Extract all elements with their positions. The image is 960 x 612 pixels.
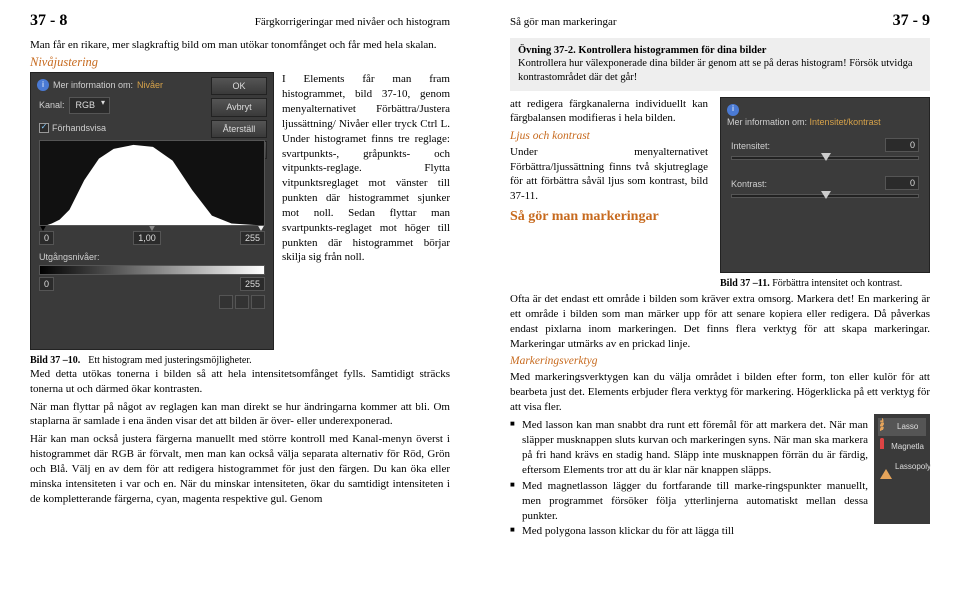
preview-label: Förhandsvisa: [52, 122, 106, 134]
left-page: 37 - 8 Färgkorrigeringar med nivåer och …: [0, 0, 480, 612]
right-chapter-title: Så gör man markeringar: [510, 15, 617, 30]
cancel-button[interactable]: Avbryt: [211, 98, 267, 116]
preview-checkbox[interactable]: ✓: [39, 123, 49, 133]
left-page-number: 37 - 8: [30, 10, 67, 32]
output-gradient[interactable]: [39, 265, 265, 275]
eyedropper-gray-icon[interactable]: [235, 295, 249, 309]
info-icon: i: [727, 104, 739, 116]
info-label: Mer information om:: [53, 79, 133, 91]
intensity-slider[interactable]: [731, 156, 919, 160]
list-item: Med magnetlasson lägger du fortfarande t…: [510, 479, 930, 524]
info-link[interactable]: Nivåer: [137, 79, 163, 91]
paragraph-2: När man flyttar på något av reglagen kan…: [30, 400, 450, 430]
output-white-value[interactable]: 255: [240, 277, 265, 291]
heading-nivajustering: Nivåjustering: [30, 54, 450, 71]
contrast-value[interactable]: 0: [885, 176, 919, 190]
figure-caption-37-11: Bild 37 –11. Förbättra intensitet och ko…: [720, 277, 930, 291]
contrast-slider[interactable]: [731, 194, 919, 198]
intro-paragraph: Man får en rikare, mer slagkraftig bild …: [30, 38, 450, 53]
eyedropper-black-icon[interactable]: [219, 295, 233, 309]
input-black-value[interactable]: 0: [39, 231, 54, 245]
bullet-list: Med lasson kan man snabbt dra runt ett f…: [510, 418, 930, 539]
heading-markeringar: Så gör man markeringar: [510, 208, 708, 227]
output-levels-label: Utgångsnivåer:: [31, 245, 273, 263]
figure-caption-37-10: Bild 37 –10. Ett histogram med justering…: [30, 354, 274, 368]
intensity-value[interactable]: 0: [885, 138, 919, 152]
markeringar-paragraph: Ofta är det endast ett område i bilden s…: [510, 292, 930, 351]
info-icon: i: [37, 79, 49, 91]
verktyg-paragraph: Med markeringsverktygen kan du välja omr…: [510, 370, 930, 415]
paragraph-3: Här kan man också justera färgerna manue…: [30, 432, 450, 506]
kanal-dropdown[interactable]: RGB: [69, 97, 111, 113]
list-item: Med polygona lasson klickar du för att l…: [510, 524, 930, 539]
intensity-contrast-dialog: i Mer information om: Intensitet/kontras…: [720, 97, 930, 273]
left-chapter-title: Färgkorrigeringar med nivåer och histogr…: [255, 15, 450, 30]
ok-button[interactable]: OK: [211, 77, 267, 95]
ljus-paragraph: Under menyalternativet Förbättra/ljussät…: [510, 145, 708, 204]
right-page-number: 37 - 9: [893, 10, 930, 32]
kanal-label: Kanal:: [39, 99, 65, 111]
input-gray-value[interactable]: 1,00: [133, 231, 161, 245]
output-black-value[interactable]: 0: [39, 277, 54, 291]
info-link-ik[interactable]: Intensitet/kontrast: [810, 117, 881, 127]
histogram-display: [39, 140, 265, 226]
info-label-ik: Mer information om:: [727, 117, 807, 127]
eyedropper-white-icon[interactable]: [251, 295, 265, 309]
exercise-body: Kontrollera hur välexponerade dina bilde…: [518, 57, 922, 84]
right-header: Så gör man markeringar 37 - 9: [510, 10, 930, 32]
left-header: 37 - 8 Färgkorrigeringar med nivåer och …: [30, 10, 450, 32]
reset-button[interactable]: Återställ: [211, 120, 267, 138]
heading-ljus-kontrast: Ljus och kontrast: [510, 129, 708, 145]
after-paragraph: Med detta utökas tonerna i bilden så att…: [30, 367, 450, 397]
intro-right: att redigera färgkanalerna individuellt …: [510, 97, 708, 127]
list-item: Med lasson kan man snabbt dra runt ett f…: [510, 418, 930, 477]
right-page: Så gör man markeringar 37 - 9 Övning 37-…: [480, 0, 960, 612]
levels-dialog: i Mer information om: Nivåer Kanal: RGB …: [30, 72, 274, 350]
input-white-value[interactable]: 255: [240, 231, 265, 245]
exercise-title: Övning 37-2. Kontrollera histogrammen fö…: [518, 44, 922, 58]
exercise-box: Övning 37-2. Kontrollera histogrammen fö…: [510, 38, 930, 91]
heading-markeringsverktyg: Markeringsverktyg: [510, 354, 930, 370]
